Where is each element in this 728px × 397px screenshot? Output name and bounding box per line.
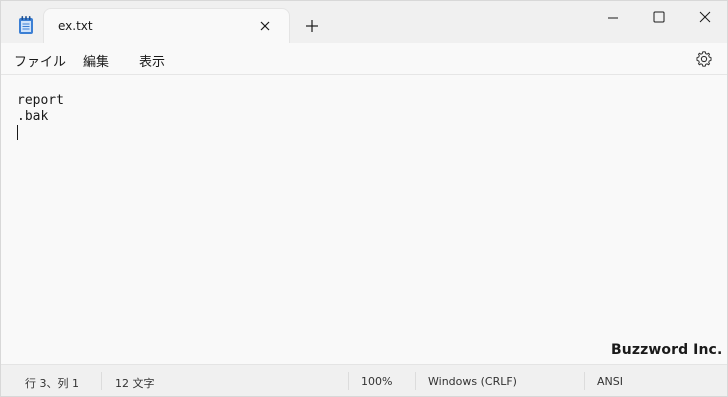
close-icon[interactable] [683, 5, 727, 31]
cursor-position: 行 3、列 1 [25, 377, 79, 390]
plus-icon[interactable] [301, 15, 323, 37]
tab-ex-txt[interactable]: ex.txt [44, 9, 289, 43]
gear-icon[interactable] [695, 50, 713, 68]
watermark: Buzzword Inc. [611, 342, 723, 358]
menu-file[interactable]: ファイル [14, 51, 66, 70]
close-icon[interactable] [255, 16, 275, 36]
maximize-icon[interactable] [637, 5, 681, 31]
status-bar: 行 3、列 1 12 文字 100% Windows (CRLF) ANSI [1, 364, 727, 396]
text-caret [17, 125, 18, 140]
text-editor[interactable]: report .bak Buzzword Inc. [1, 76, 727, 364]
notepad-window: ex.txt ファイル 編集 表示 report .bak Buzzword I… [0, 0, 728, 397]
status-divider [348, 372, 349, 390]
notepad-icon [19, 16, 33, 34]
title-bar: ex.txt [1, 1, 727, 43]
zoom-level: 100% [361, 375, 393, 388]
menu-view[interactable]: 表示 [139, 51, 165, 70]
status-divider [415, 372, 416, 390]
encoding: ANSI [597, 375, 623, 388]
menu-edit[interactable]: 編集 [83, 51, 109, 70]
minimize-icon[interactable] [591, 5, 635, 31]
status-divider [584, 372, 585, 390]
status-divider [101, 372, 102, 390]
editor-line: .bak [17, 109, 49, 124]
menu-bar: ファイル 編集 表示 [1, 43, 727, 75]
tab-title: ex.txt [58, 19, 93, 33]
line-ending: Windows (CRLF) [428, 375, 517, 388]
editor-line: report [17, 93, 64, 108]
character-count: 12 文字 [115, 377, 155, 390]
